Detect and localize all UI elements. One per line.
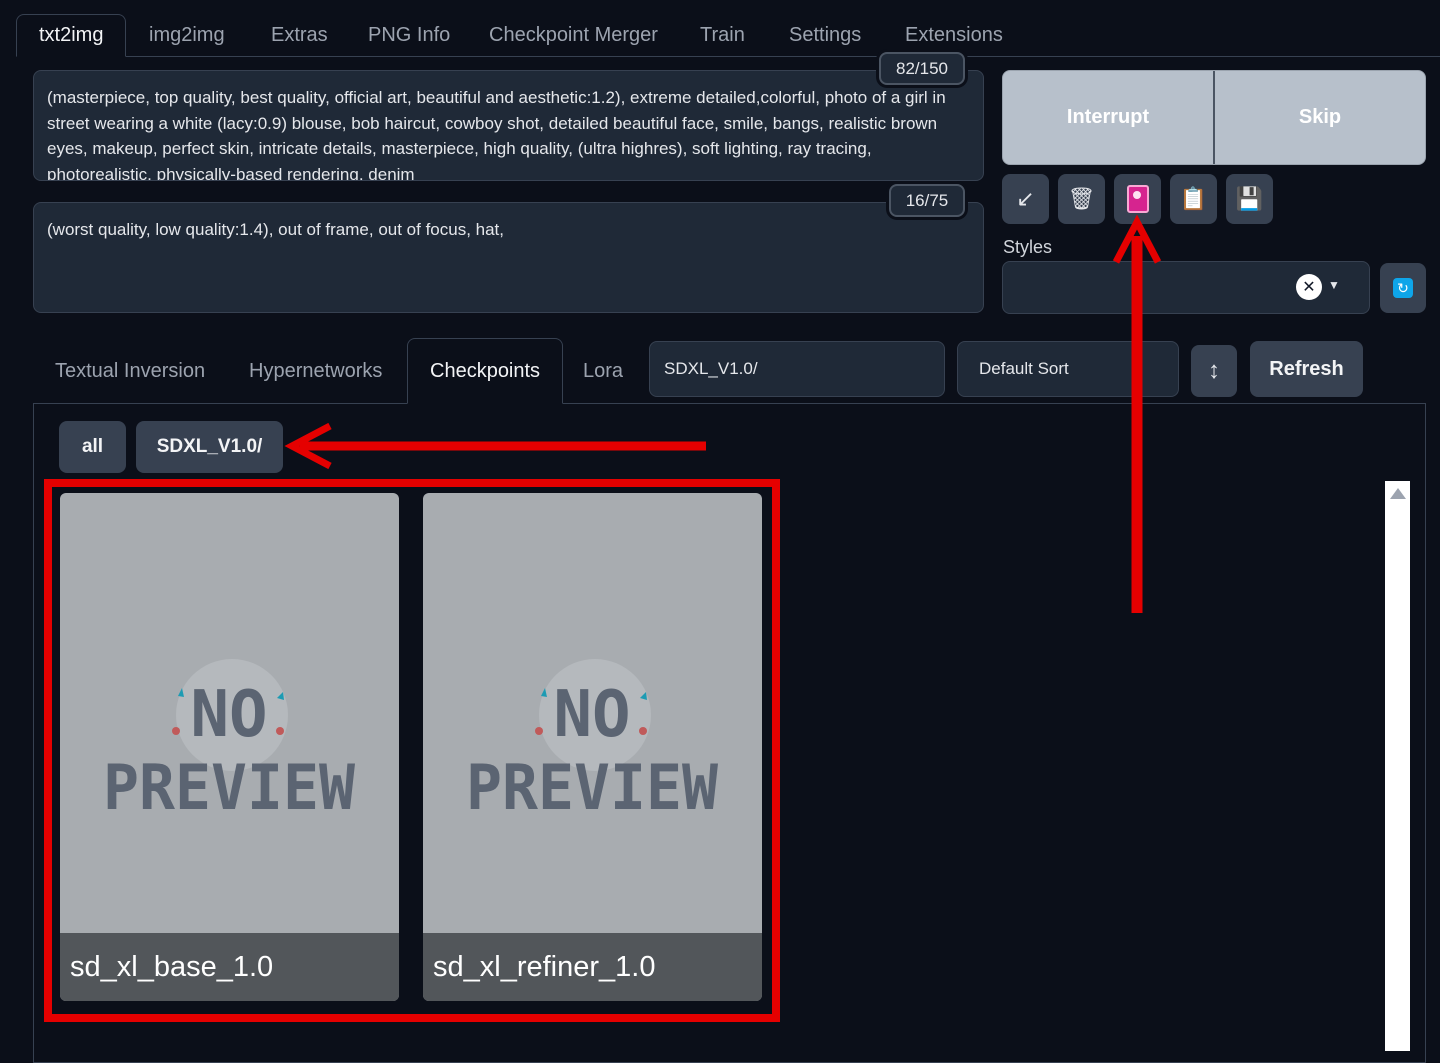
sort-dropdown[interactable]: Default Sort xyxy=(957,341,1179,397)
styles-label: Styles xyxy=(1003,237,1053,257)
tab-train[interactable]: Train xyxy=(678,14,767,57)
extra-networks-button[interactable] xyxy=(1114,174,1161,224)
read-params-button[interactable]: ↙ xyxy=(1002,174,1049,224)
skip-button[interactable]: Skip xyxy=(1213,71,1425,164)
tab-lora[interactable]: Lora xyxy=(561,338,645,404)
tab-png-info[interactable]: PNG Info xyxy=(346,14,472,57)
tab-img2img[interactable]: img2img xyxy=(127,14,247,57)
refresh-button[interactable]: Refresh xyxy=(1250,341,1363,397)
cards-scrollbar[interactable] xyxy=(1385,481,1410,1051)
save-icon: 💾 xyxy=(1235,186,1264,211)
tab-checkpoint-merger[interactable]: Checkpoint Merger xyxy=(467,14,680,57)
apply-styles-button[interactable]: 📋 xyxy=(1170,174,1217,224)
search-input[interactable]: SDXL_V1.0/ xyxy=(649,341,945,397)
negative-prompt-textarea[interactable]: (worst quality, low quality:1.4), out of… xyxy=(33,202,984,313)
refresh-styles-button[interactable]: ↻ xyxy=(1380,263,1426,313)
interrupt-button[interactable]: Interrupt xyxy=(1003,71,1213,164)
negative-prompt-token-counter: 16/75 xyxy=(889,184,965,217)
prompt-textarea[interactable]: (masterpiece, top quality, best quality,… xyxy=(33,70,984,181)
scroll-up-icon[interactable] xyxy=(1390,488,1406,499)
generate-controls: Interrupt Skip xyxy=(1002,70,1426,165)
tab-hypernetworks[interactable]: Hypernetworks xyxy=(227,338,404,404)
folder-filter-sdxl[interactable]: SDXL_V1.0/ xyxy=(136,421,283,473)
save-style-button[interactable]: 💾 xyxy=(1226,174,1273,224)
tab-txt2img[interactable]: txt2img xyxy=(16,14,127,57)
sort-direction-icon: ↕ xyxy=(1208,357,1220,384)
tab-extensions[interactable]: Extensions xyxy=(883,14,1025,57)
clear-styles-icon[interactable]: ✕ xyxy=(1296,274,1322,300)
extra-networks-icon xyxy=(1126,185,1149,213)
refresh-icon: ↻ xyxy=(1393,278,1413,298)
folder-filter-all[interactable]: all xyxy=(59,421,126,473)
trash-icon: 🗑 xyxy=(1067,186,1096,211)
sort-direction-button[interactable]: ↕ xyxy=(1191,345,1237,397)
tab-settings[interactable]: Settings xyxy=(767,14,883,57)
tab-textual-inversion[interactable]: Textual Inversion xyxy=(33,338,227,404)
tab-checkpoints[interactable]: Checkpoints xyxy=(407,338,564,404)
clipboard-icon: 📋 xyxy=(1179,186,1208,211)
chevron-down-icon[interactable]: ▼ xyxy=(1328,278,1340,292)
arrow-icon: ↙ xyxy=(1016,186,1035,211)
prompt-token-counter: 82/150 xyxy=(879,52,965,85)
annotation-highlight-box xyxy=(44,479,780,1022)
clear-prompt-button[interactable]: 🗑 xyxy=(1058,174,1105,224)
tab-extras[interactable]: Extras xyxy=(249,14,350,57)
